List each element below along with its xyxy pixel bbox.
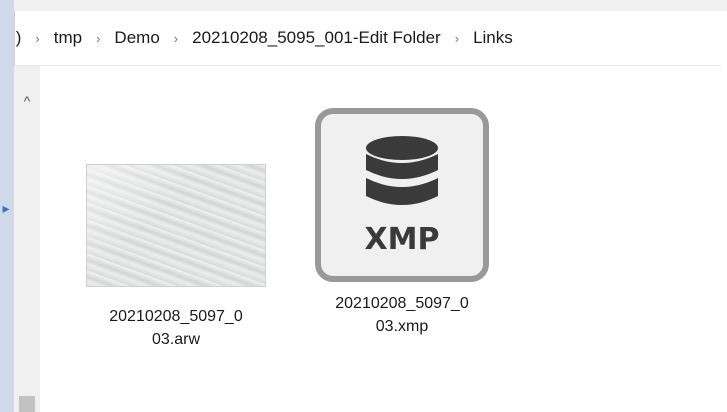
breadcrumb-item-edit-folder[interactable]: 20210208_5095_001-Edit Folder	[190, 28, 443, 48]
scroll-thumb[interactable]	[19, 396, 35, 412]
file-name-line: 20210208_5097_0	[335, 295, 469, 312]
photo-thumbnail[interactable]	[86, 164, 266, 287]
breadcrumb-item-links[interactable]: Links	[471, 28, 515, 48]
file-name[interactable]: 20210208_5097_0 03.xmp	[312, 292, 492, 338]
vertical-scrollbar[interactable]: ^	[14, 66, 40, 412]
xmp-icon-label: XMP	[364, 222, 440, 257]
database-icon	[366, 136, 438, 205]
breadcrumb-item-drive[interactable]: :)	[15, 28, 23, 48]
title-strip	[0, 0, 727, 11]
file-name-line: 03.xmp	[375, 318, 429, 335]
chevron-right-icon[interactable]: ›	[162, 31, 190, 46]
file-item-arw[interactable]: 20210208_5097_0 03.arw	[86, 164, 266, 351]
chevron-right-icon[interactable]: ›	[443, 31, 471, 46]
breadcrumb-item-demo[interactable]: Demo	[112, 28, 161, 48]
scroll-up-icon[interactable]: ^	[14, 90, 40, 112]
file-name-line: 20210208_5097_0	[109, 308, 243, 325]
xmp-file-icon[interactable]: XMP	[315, 108, 489, 282]
file-name[interactable]: 20210208_5097_0 03.arw	[86, 305, 266, 351]
breadcrumb[interactable]: :) › tmp › Demo › 20210208_5095_001-Edit…	[14, 11, 721, 66]
file-item-xmp[interactable]: XMP 20210208_5097_0 03.xmp	[312, 108, 492, 338]
file-explorer-window: ▸ :) › tmp › Demo › 20210208_5095_001-Ed…	[0, 0, 727, 412]
breadcrumb-item-tmp[interactable]: tmp	[52, 28, 84, 48]
file-name-line: 03.arw	[151, 331, 201, 348]
chevron-right-icon[interactable]: ›	[84, 31, 112, 46]
chevron-right-icon[interactable]: ›	[23, 31, 51, 46]
expand-arrow-icon[interactable]: ▸	[0, 198, 12, 218]
